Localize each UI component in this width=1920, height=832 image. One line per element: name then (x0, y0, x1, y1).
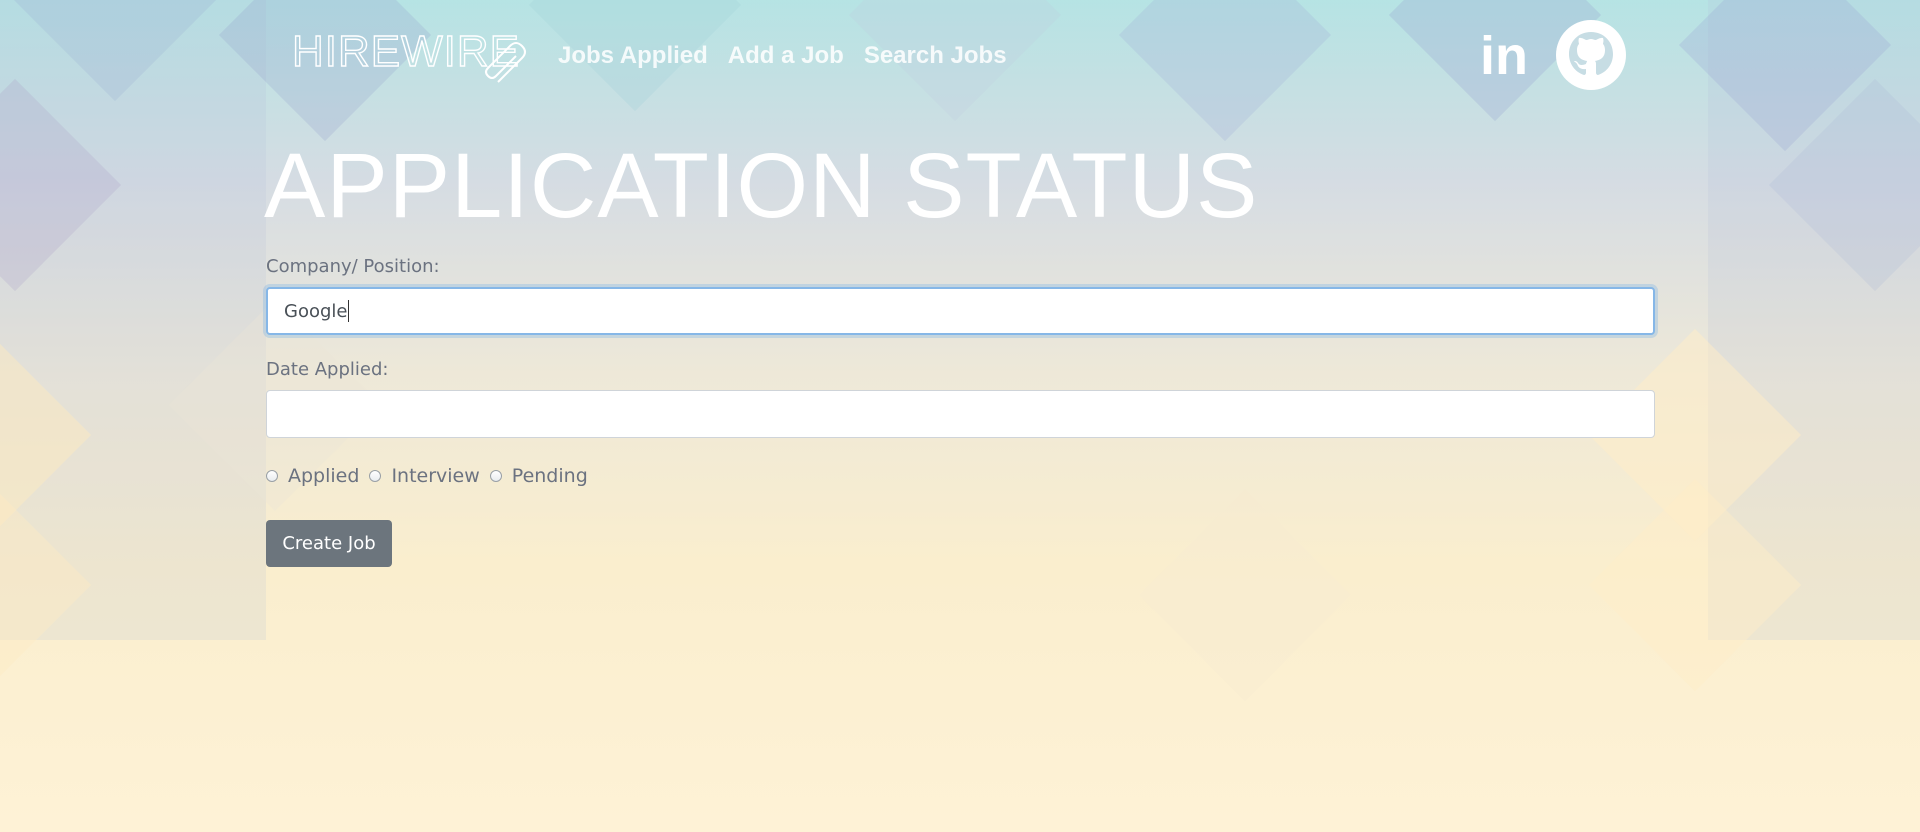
linkedin-icon[interactable]: in (1478, 26, 1530, 86)
date-applied-input[interactable] (266, 390, 1655, 438)
radio-pending[interactable] (489, 470, 502, 482)
status-radio-group: Applied Interview Pending (266, 462, 1655, 490)
bg-diamond (0, 478, 92, 692)
social-links: in (1478, 20, 1626, 90)
left-side-strip (0, 0, 266, 640)
company-position-label: Company/ Position: (266, 256, 440, 277)
logo-text: HIREWIRE (292, 27, 520, 76)
nav-add-a-job[interactable]: Add a Job (728, 42, 844, 70)
bg-diamond (1678, 0, 1892, 152)
page-title: APPLICATION STATUS (264, 135, 1259, 237)
radio-applied[interactable] (266, 470, 278, 482)
bg-diamond (1768, 78, 1920, 292)
date-applied-group: Date Applied: (266, 359, 1655, 438)
top-navbar: HIREWIRE Jobs Applied Add a Job Search J… (266, 20, 1626, 90)
nav-search-jobs[interactable]: Search Jobs (864, 42, 1007, 70)
svg-text:in: in (1480, 29, 1528, 81)
github-icon[interactable] (1556, 20, 1626, 90)
bg-diamond (0, 328, 92, 542)
create-job-button[interactable]: Create Job (266, 520, 392, 567)
bg-diamond (0, 78, 122, 292)
company-position-input[interactable]: Google (266, 287, 1655, 335)
text-caret (348, 300, 350, 322)
status-option-interview[interactable]: Interview (369, 465, 480, 487)
radio-interview[interactable] (369, 470, 382, 482)
radio-label-applied: Applied (288, 465, 360, 487)
bg-diamond (8, 0, 222, 102)
company-position-value: Google (284, 300, 348, 322)
hirewire-logo[interactable]: HIREWIRE (290, 24, 536, 88)
nav-jobs-applied[interactable]: Jobs Applied (558, 42, 708, 70)
date-applied-label: Date Applied: (266, 359, 389, 380)
company-position-group: Company/ Position: Google (266, 256, 1655, 335)
status-option-pending[interactable]: Pending (489, 465, 588, 487)
status-option-applied[interactable]: Applied (266, 465, 359, 487)
application-form: Company/ Position: Google Date Applied: … (266, 256, 1655, 567)
radio-label-interview: Interview (391, 465, 480, 487)
radio-label-pending: Pending (511, 465, 588, 487)
main-nav: Jobs Applied Add a Job Search Jobs (558, 42, 1007, 70)
right-side-strip (1708, 0, 1920, 640)
